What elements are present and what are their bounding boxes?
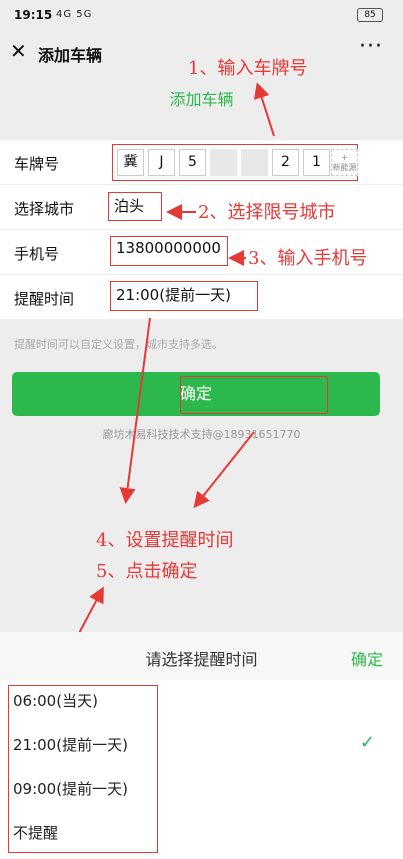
plate-char-3[interactable]: 5: [179, 149, 206, 176]
signal-icon: 4G 5G: [56, 9, 93, 20]
sheet-title: 请选择提醒时间: [145, 650, 258, 669]
phone-label: 手机号: [14, 245, 60, 263]
status-bar: 19:15 4G 5G 85: [0, 0, 403, 30]
plate-char-4[interactable]: [210, 149, 237, 176]
plate-label: 车牌号: [14, 155, 60, 173]
annotation-step3: 3、输入手机号: [248, 248, 368, 269]
annotation-step5: 5、点击确定: [96, 561, 198, 582]
remind-label: 提醒时间: [14, 290, 75, 308]
annotation-step4: 4、设置提醒时间: [96, 530, 234, 551]
confirm-highlight: [180, 376, 328, 414]
plate-char-2[interactable]: J: [148, 149, 175, 176]
support-text: 廊坊木易科技技术支持@18931651770: [102, 428, 301, 441]
city-select[interactable]: 泊头: [108, 192, 162, 221]
check-icon: ✓: [359, 732, 375, 753]
battery-icon: 85: [357, 8, 383, 22]
close-icon[interactable]: ✕: [10, 39, 27, 63]
page-title: 添加车辆: [169, 90, 234, 109]
phone-input[interactable]: 13800000000: [110, 236, 228, 266]
remind-select[interactable]: 21:00(提前一天): [110, 281, 258, 311]
plate-row: 车牌号 冀 J 5 2 1 + 新能源: [0, 140, 403, 185]
city-label: 选择城市: [14, 200, 75, 218]
status-time: 19:15: [14, 8, 53, 22]
confirm-button[interactable]: 确定: [12, 372, 380, 416]
arrow-step5: [193, 431, 255, 509]
plate-char-1[interactable]: 冀: [117, 149, 144, 176]
sheet-header: 请选择提醒时间 确定: [0, 632, 403, 680]
plate-input[interactable]: 冀 J 5 2 1 + 新能源: [112, 144, 358, 181]
annotation-step1: 1、输入车牌号: [188, 58, 308, 79]
sheet-confirm-button[interactable]: 确定: [351, 646, 383, 670]
new-energy-label: 新能源: [332, 163, 357, 172]
annotation-step2: 2、选择限号城市: [198, 202, 336, 223]
options-highlight: [8, 685, 158, 853]
vehicle-form: 车牌号 冀 J 5 2 1 + 新能源 选择城市 泊头 手机号 138000000…: [0, 140, 403, 320]
plate-char-6[interactable]: 2: [272, 149, 299, 176]
form-hint: 提醒时间可以自定义设置，城市支持多选。: [14, 338, 223, 351]
more-icon[interactable]: ···: [359, 34, 383, 59]
plate-char-7[interactable]: 1: [303, 149, 330, 176]
nav-title: 添加车辆: [38, 46, 103, 65]
remind-row: 提醒时间 21:00(提前一天): [0, 275, 403, 320]
new-energy-cell[interactable]: + 新能源: [331, 149, 358, 176]
plate-char-5[interactable]: [241, 149, 268, 176]
